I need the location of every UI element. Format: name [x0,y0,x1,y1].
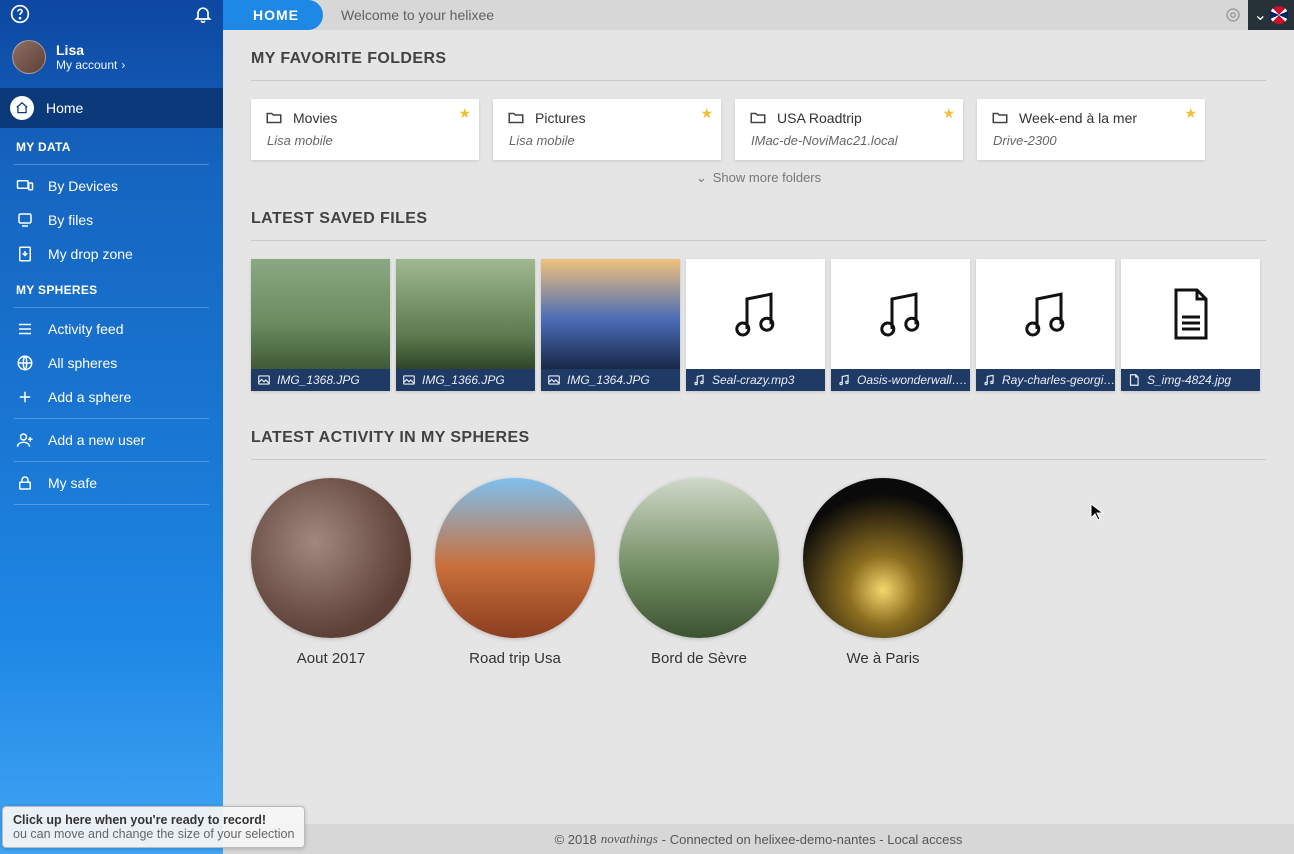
image-thumbnail [541,259,680,369]
music-icon [692,373,706,387]
file-icon [1127,373,1141,387]
welcome-text: Welcome to your helixee [323,7,494,23]
home-icon [10,96,34,120]
sphere-thumbnail [619,478,779,638]
sidebar-item-by-files[interactable]: By files [0,203,223,237]
section-title-favorites: MY FAVORITE FOLDERS [251,50,1266,68]
star-icon: ★ [942,105,955,122]
target-icon[interactable] [1218,0,1248,30]
section-my-spheres: MY SPHERES [0,271,223,303]
sidebar: Lisa My account › Home MY DATA By Device… [0,0,223,854]
file-card[interactable]: S_img-4824.jpg [1121,259,1260,391]
chevron-right-icon: › [121,58,125,72]
plus-icon [16,388,34,406]
folder-icon [749,109,767,127]
folder-icon [991,109,1009,127]
section-my-data: MY DATA [0,128,223,160]
music-icon [837,373,851,387]
file-card[interactable]: Seal-crazy.mp3 [686,259,825,391]
document-thumbnail [1121,259,1260,369]
sphere-item[interactable]: Road trip Usa [435,478,595,667]
chevron-down-icon: ⌄ [1254,5,1267,25]
connection-status: - Connected on helixee-demo-nantes - Loc… [662,832,963,847]
copyright: © 2018 [555,832,597,847]
latest-files-row: IMG_1368.JPG IMG_1366.JPG IMG_1364.JPG S… [251,259,1266,391]
sphere-item[interactable]: Bord de Sèvre [619,478,779,667]
file-card[interactable]: IMG_1364.JPG [541,259,680,391]
star-icon: ★ [458,105,471,122]
file-card[interactable]: IMG_1366.JPG [396,259,535,391]
star-icon: ★ [700,105,713,122]
sphere-thumbnail [435,478,595,638]
section-title-latest-files: LATEST SAVED FILES [251,210,1266,228]
folder-icon [507,109,525,127]
devices-icon [16,177,34,195]
favorite-folders-row: ★ Movies Lisa mobile ★ Pictures Lisa mob… [251,99,1266,160]
header: HOME Welcome to your helixee ⌄ [223,0,1294,30]
tab-home[interactable]: HOME [223,0,323,30]
audio-thumbnail [976,259,1115,369]
add-user-icon [16,431,34,449]
activity-icon [16,320,34,338]
bell-icon[interactable] [193,4,213,29]
image-thumbnail [251,259,390,369]
spheres-row: Aout 2017 Road trip Usa Bord de Sèvre We… [251,478,1266,667]
flag-uk-icon [1270,6,1288,24]
folder-icon [265,109,283,127]
image-icon [257,373,271,387]
recorder-overlay[interactable]: Click up here when you're ready to recor… [2,806,305,848]
section-title-spheres: LATEST ACTIVITY IN MY SPHERES [251,429,1266,447]
my-account-link[interactable]: My account › [56,58,125,72]
avatar [12,40,46,74]
file-card[interactable]: Oasis-wonderwall…. [831,259,970,391]
show-more-folders[interactable]: ⌄Show more folders [251,160,1266,210]
dropzone-icon [16,245,34,263]
image-thumbnail [396,259,535,369]
help-icon[interactable] [10,4,30,29]
file-card[interactable]: Ray-charles-georgi… [976,259,1115,391]
user-name: Lisa [56,42,125,58]
star-icon: ★ [1184,105,1197,122]
file-card[interactable]: IMG_1368.JPG [251,259,390,391]
sidebar-item-home[interactable]: Home [0,88,223,128]
sidebar-item-drop-zone[interactable]: My drop zone [0,237,223,271]
image-icon [547,373,561,387]
sidebar-item-add-sphere[interactable]: Add a sphere [0,380,223,414]
sphere-item[interactable]: Aout 2017 [251,478,411,667]
sidebar-item-my-safe[interactable]: My safe [0,466,223,500]
footer: © 2018 novathings - Connected on helixee… [223,824,1294,854]
folder-card[interactable]: ★ Week-end à la mer Drive-2300 [977,99,1205,160]
audio-thumbnail [831,259,970,369]
sidebar-item-add-user[interactable]: Add a new user [0,423,223,457]
image-icon [402,373,416,387]
sphere-item[interactable]: We à Paris [803,478,963,667]
folder-card[interactable]: ★ USA Roadtrip IMac-de-NoviMac21.local [735,99,963,160]
brand-name: novathings [601,831,658,847]
sidebar-item-by-devices[interactable]: By Devices [0,169,223,203]
music-icon [982,373,996,387]
sphere-thumbnail [251,478,411,638]
folder-card[interactable]: ★ Movies Lisa mobile [251,99,479,160]
main-content: MY FAVORITE FOLDERS ★ Movies Lisa mobile… [223,30,1294,824]
audio-thumbnail [686,259,825,369]
chevron-down-icon: ⌄ [696,170,707,186]
user-block[interactable]: Lisa My account › [0,32,223,88]
sidebar-item-activity-feed[interactable]: Activity feed [0,312,223,346]
folder-card[interactable]: ★ Pictures Lisa mobile [493,99,721,160]
globe-icon [16,354,34,372]
sphere-thumbnail [803,478,963,638]
language-selector[interactable]: ⌄ [1248,0,1294,30]
lock-icon [16,474,34,492]
files-icon [16,211,34,229]
sidebar-item-all-spheres[interactable]: All spheres [0,346,223,380]
